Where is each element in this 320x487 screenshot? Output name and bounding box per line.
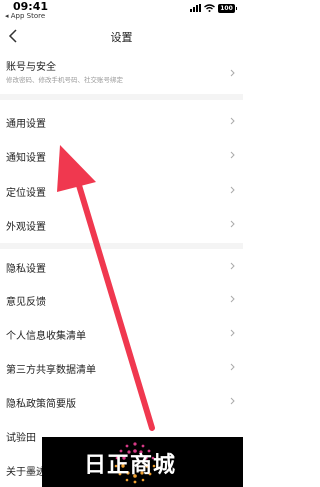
settings-row-location[interactable]: 定位设置	[0, 175, 243, 205]
chevron-right-icon	[230, 397, 235, 405]
section-divider	[0, 94, 243, 100]
status-bar: 09:41 ◂ App Store 100	[0, 0, 243, 22]
row-label: 个人信息收集清单	[6, 331, 86, 342]
cellular-signal-icon	[190, 4, 201, 12]
settings-row-appearance[interactable]: 外观设置	[0, 209, 243, 239]
settings-row-third-party-sharing[interactable]: 第三方共享数据清单	[0, 352, 243, 382]
chevron-right-icon	[230, 329, 235, 337]
chevron-right-icon	[230, 186, 235, 194]
page-title: 设置	[110, 31, 133, 44]
settings-row-general[interactable]: 通用设置	[0, 106, 243, 136]
row-label: 隐私政策简要版	[6, 399, 76, 410]
settings-row-privacy[interactable]: 隐私设置	[0, 251, 243, 281]
chevron-right-icon	[230, 151, 235, 159]
row-label: 通知设置	[6, 153, 46, 164]
chevron-right-icon	[230, 295, 235, 303]
row-label: 隐私设置	[6, 264, 46, 275]
row-label: 定位设置	[6, 188, 46, 199]
settings-row-personal-info-list[interactable]: 个人信息收集清单	[0, 318, 243, 348]
chevron-right-icon	[230, 262, 235, 270]
row-label: 意见反馈	[6, 297, 46, 308]
watermark-text: 日正商城	[84, 453, 177, 478]
back-to-app-store-link[interactable]: ◂ App Store	[5, 12, 45, 20]
settings-row-feedback[interactable]: 意见反馈	[0, 284, 243, 314]
chevron-right-icon	[230, 69, 235, 77]
wifi-icon	[204, 4, 215, 12]
section-divider	[0, 243, 243, 249]
settings-row-privacy-summary[interactable]: 隐私政策简要版	[0, 386, 243, 416]
status-icons: 100	[190, 3, 237, 13]
row-label: 第三方共享数据清单	[6, 365, 96, 376]
chevron-right-icon	[230, 117, 235, 125]
row-label: 外观设置	[6, 222, 46, 233]
nav-header: 设置	[0, 24, 243, 50]
row-label: 试验田	[6, 433, 36, 444]
chevron-right-icon	[230, 220, 235, 228]
settings-row-notifications[interactable]: 通知设置	[0, 140, 243, 170]
watermark-logo: 日正商城	[42, 437, 243, 487]
account-security-item[interactable]: 账号与安全 修改密码、修改手机号码、社交账号绑定	[0, 55, 243, 91]
row-label: 通用设置	[6, 119, 46, 130]
account-security-label: 账号与安全	[6, 62, 56, 73]
account-security-subtitle: 修改密码、修改手机号码、社交账号绑定	[6, 76, 123, 84]
battery-icon: 100	[218, 3, 237, 13]
chevron-right-icon	[230, 363, 235, 371]
row-label: 关于墨迹	[6, 467, 46, 478]
